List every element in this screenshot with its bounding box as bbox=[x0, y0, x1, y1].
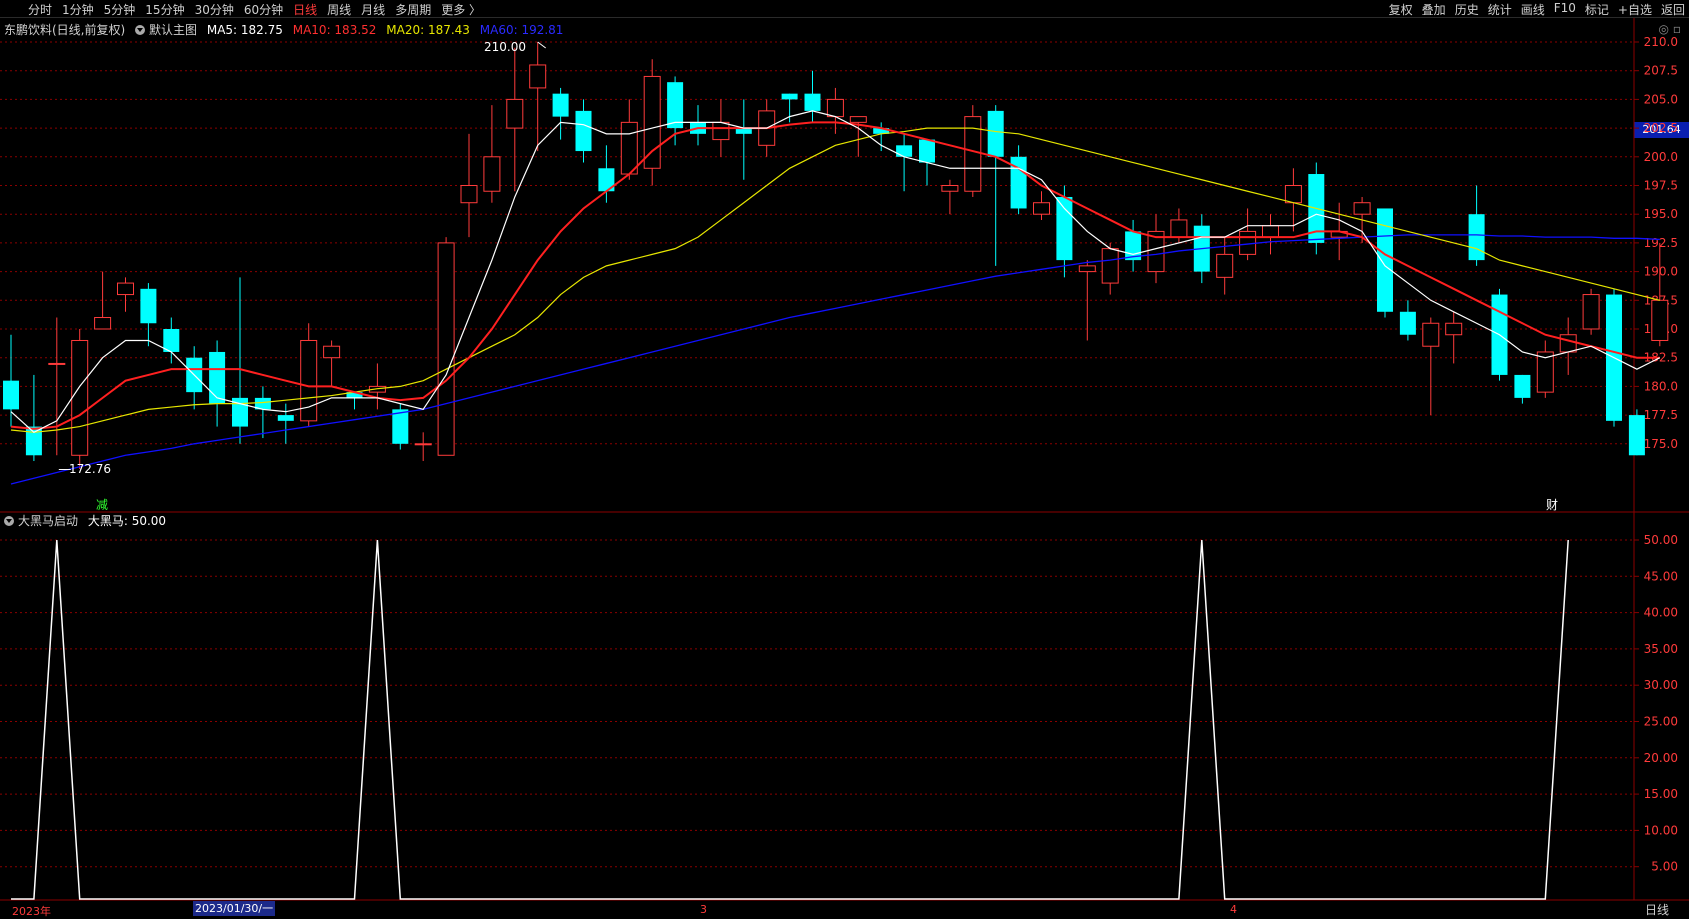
y-tick-label: 202.5 bbox=[1644, 121, 1678, 135]
candle-body-down bbox=[1056, 196, 1073, 261]
sub-y-tick-label: 40.00 bbox=[1644, 606, 1678, 620]
candle-body-up bbox=[643, 75, 661, 169]
high-price-label: 210.00 bbox=[484, 40, 526, 54]
candle-body-down bbox=[392, 409, 409, 444]
low-price-label: 172.76 bbox=[69, 462, 111, 476]
y-tick-label: 197.5 bbox=[1644, 179, 1678, 193]
candle-body-up bbox=[1353, 202, 1371, 215]
candle-body-up bbox=[1284, 185, 1302, 204]
sub-y-tick-label: 10.00 bbox=[1644, 823, 1678, 837]
event-tag-right[interactable]: 财 bbox=[1546, 496, 1558, 513]
candle-body-down bbox=[140, 288, 157, 324]
sub-y-tick-label: 20.00 bbox=[1644, 751, 1678, 765]
candle-body-down bbox=[1628, 415, 1645, 456]
candle-body-down bbox=[804, 93, 821, 111]
y-tick-label: 192.5 bbox=[1644, 236, 1678, 250]
candle-body-up bbox=[1422, 322, 1440, 347]
sub-y-tick-label: 25.00 bbox=[1644, 715, 1678, 729]
y-tick-label: 205.0 bbox=[1644, 92, 1678, 106]
month-4-label: 4 bbox=[1230, 903, 1237, 916]
candle-body-up bbox=[1033, 202, 1050, 215]
y-tick-label: 195.0 bbox=[1644, 207, 1678, 221]
candle-body-up bbox=[1262, 225, 1279, 238]
candle-body-up bbox=[941, 185, 959, 192]
candle-body-up bbox=[620, 121, 638, 175]
candle-body-up bbox=[1445, 322, 1463, 336]
candle-body-up bbox=[1651, 299, 1669, 341]
candle-body-up bbox=[712, 121, 730, 141]
candle-body-down bbox=[987, 110, 1004, 157]
sub-y-tick-label: 45.00 bbox=[1644, 569, 1678, 583]
candle-body-up bbox=[506, 98, 524, 129]
candle-body-up bbox=[1216, 253, 1234, 278]
kline-chart[interactable]: 210.0 207.5 205.0 202.5 200.0 197.5 195.0 192.5… bbox=[0, 0, 1689, 918]
heima-indicator-line bbox=[11, 539, 1569, 900]
y-tick-label: 175.0 bbox=[1644, 437, 1678, 451]
year-label: 2023年 bbox=[12, 905, 51, 918]
candle-body-up bbox=[1078, 265, 1096, 273]
candle-body-down bbox=[896, 145, 913, 157]
high-marker-arrow bbox=[537, 41, 547, 49]
candle-body-up bbox=[460, 185, 478, 204]
sub-y-tick-label: 35.00 bbox=[1644, 642, 1678, 656]
candle-body-down bbox=[667, 82, 684, 129]
candle-body-down bbox=[575, 110, 592, 152]
ma10-line bbox=[10, 121, 1660, 430]
y-tick-label: 210.0 bbox=[1644, 35, 1678, 49]
candle-body-down bbox=[781, 93, 798, 100]
y-tick-label: 177.5 bbox=[1644, 408, 1678, 422]
candle-body-up bbox=[94, 317, 112, 330]
ma60-line bbox=[10, 234, 1660, 485]
candle-body-up bbox=[1170, 219, 1188, 238]
sub-y-tick-label: 30.00 bbox=[1644, 678, 1678, 692]
candle-body-down bbox=[3, 380, 19, 410]
y-tick-label: 180.0 bbox=[1644, 379, 1678, 393]
candle-body-up bbox=[1101, 248, 1119, 284]
candle-body-up bbox=[849, 116, 867, 123]
candle-body-up bbox=[826, 98, 844, 118]
candle-body-up bbox=[1559, 334, 1577, 353]
period-button[interactable]: 日线 bbox=[1645, 901, 1669, 918]
candle-body-up bbox=[1582, 294, 1600, 330]
candle-body-down bbox=[1399, 311, 1416, 335]
sub-y-tick-label: 50.00 bbox=[1644, 533, 1678, 547]
candle-body-up bbox=[414, 443, 432, 446]
candle-body-up bbox=[48, 362, 66, 365]
candle-body-down bbox=[919, 139, 935, 163]
y-tick-label: 190.0 bbox=[1644, 265, 1678, 279]
candle-body-up bbox=[529, 64, 547, 89]
candle-body-up bbox=[437, 242, 455, 456]
candle-body-down bbox=[1514, 374, 1531, 398]
event-tag-left[interactable]: 减 bbox=[96, 496, 108, 513]
candle-body-down bbox=[277, 415, 294, 421]
month-3-label: 3 bbox=[700, 903, 707, 916]
y-tick-label: 200.0 bbox=[1644, 150, 1678, 164]
candle-body-down bbox=[552, 93, 569, 117]
y-tick-label: 207.5 bbox=[1644, 64, 1678, 78]
candle-body-down bbox=[1468, 214, 1485, 261]
candle-body-up bbox=[483, 156, 501, 192]
sub-y-tick-label: 15.00 bbox=[1644, 787, 1678, 801]
candle-body-up bbox=[71, 339, 89, 456]
candle-body-down bbox=[25, 426, 42, 456]
sub-y-tick-label: 5.00 bbox=[1651, 860, 1678, 874]
selected-date: 2023/01/30/一 bbox=[193, 901, 276, 916]
candle-body-up bbox=[323, 345, 341, 359]
candle-body-up bbox=[117, 282, 134, 296]
candle-body-down bbox=[209, 351, 226, 404]
